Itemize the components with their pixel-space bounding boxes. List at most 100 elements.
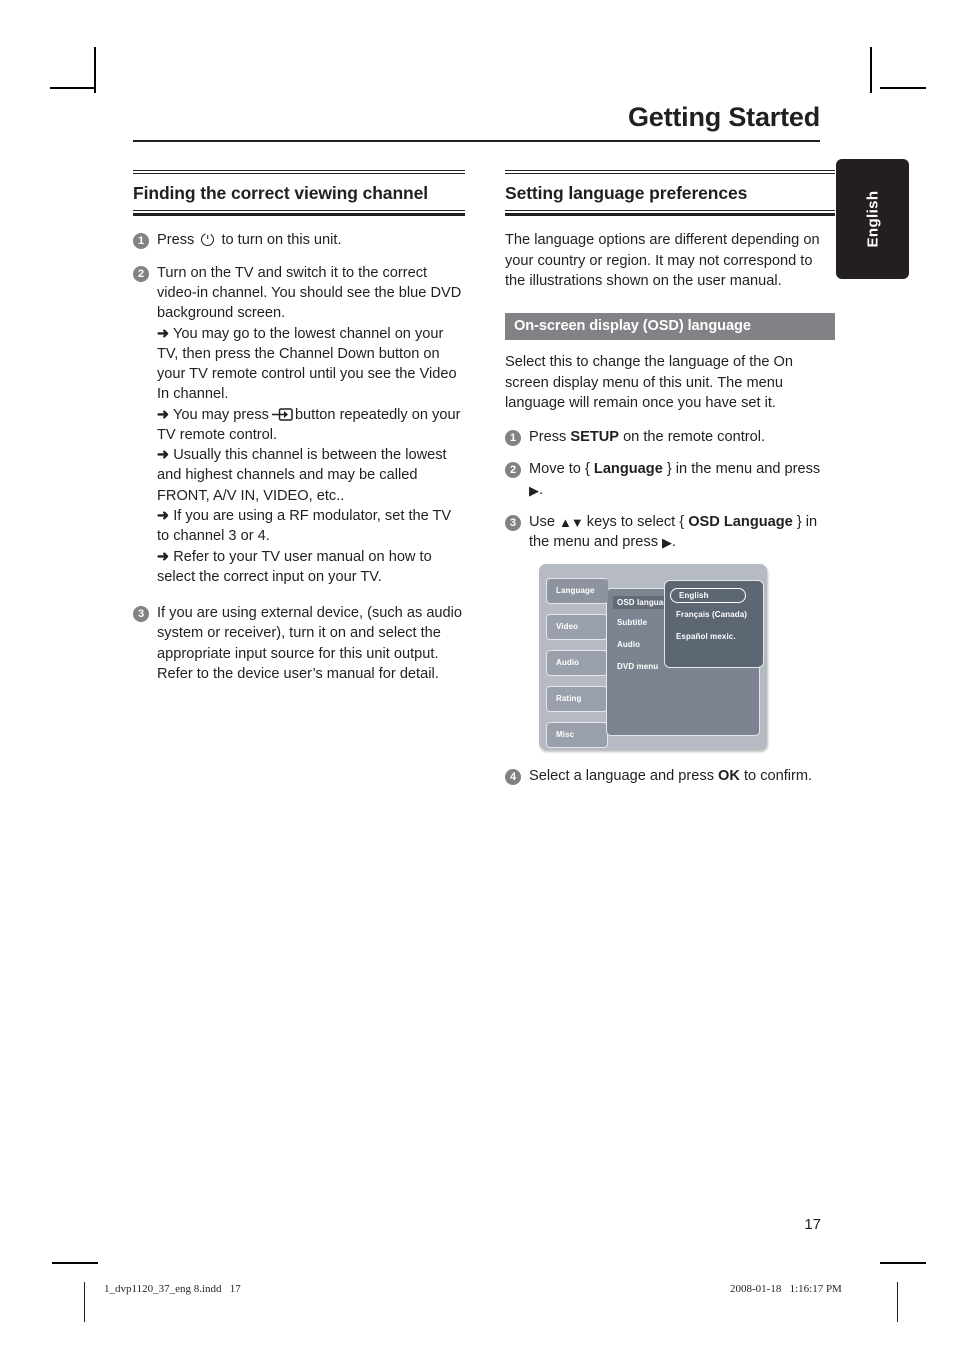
step-text: Select a language and press — [529, 768, 719, 785]
osd-tab-label: Audio — [556, 658, 580, 668]
heading-rule-bottom-thick — [505, 213, 835, 217]
language-intro-paragraph: The language options are different depen… — [505, 232, 820, 289]
osd-language-banner: On-screen display (OSD) language — [505, 313, 835, 341]
crop-mark-bottom-left-horizontal — [52, 1262, 98, 1264]
step-text-after: to turn on this unit. — [221, 232, 342, 249]
step-number: 2 — [133, 265, 149, 282]
step-bullet: ➜ You may go to the lowest channel on yo… — [157, 324, 465, 405]
osd-item-audio[interactable]: Audio — [617, 640, 640, 649]
heading-text: Setting language preferences — [505, 183, 748, 203]
arrow-right-icon: ➜ — [156, 447, 170, 464]
osd-language-espanol[interactable]: Español mexic. — [676, 632, 736, 641]
arrow-right-icon: ➜ — [156, 406, 170, 423]
crop-mark-top-right-vertical — [870, 47, 872, 93]
step-text-mid: keys to select { — [582, 513, 689, 530]
step-text-tail: . — [672, 534, 677, 551]
footer-rule-left — [84, 1282, 85, 1322]
osd-item-label: Audio — [617, 640, 641, 650]
step-text-before: Press — [157, 232, 195, 249]
tv-input-icon — [271, 407, 293, 421]
setup-keyword: SETUP — [570, 429, 620, 446]
step-number: 3 — [133, 606, 149, 623]
osd-item-label: Subtitle — [617, 618, 648, 628]
step-bullet: ➜ Refer to your TV user manual on how to… — [157, 547, 465, 588]
osd-tab-label: Video — [556, 622, 579, 632]
page-title: Getting Started — [627, 102, 820, 132]
step-number: 4 — [505, 769, 521, 786]
heading-text: Finding the correct viewing channel — [133, 183, 429, 203]
step-item: 4 Select a language and press OK to conf… — [505, 766, 835, 786]
step-text: Move to { — [529, 461, 594, 478]
osd-language-francais[interactable]: Français (Canada) — [676, 610, 747, 619]
osd-tab-video[interactable]: Video — [546, 614, 608, 641]
osd-language-label: English — [679, 591, 709, 601]
step-text: Use — [529, 513, 560, 530]
step-text-tail: . — [539, 481, 544, 498]
arrow-right-icon: ➜ — [156, 508, 170, 525]
step-bullet: ➜ You may press button repeatedly on your… — [157, 405, 465, 446]
left-column: Finding the correct viewing channel 1 Pr… — [133, 170, 465, 696]
crop-mark-top-left-horizontal — [50, 87, 96, 89]
step-bullet: ➜ If you are using a RF modulator, set t… — [157, 506, 465, 547]
osd-menu-inner: Language Video Audio Rating Misc OSD lan… — [546, 570, 764, 749]
language-keyword: Language — [593, 461, 663, 478]
ok-keyword: OK — [718, 768, 740, 785]
step-item: 1 Press SETUP on the remote control. — [505, 427, 835, 447]
power-icon — [201, 233, 215, 247]
osd-tab-label: Language — [556, 586, 595, 596]
step-item: 2 Move to { Language } in the menu and p… — [505, 459, 835, 500]
crop-mark-top-right-horizontal — [880, 87, 926, 89]
osd-item-subtitle[interactable]: Subtitle — [617, 618, 647, 627]
language-side-tab: English — [836, 159, 909, 279]
step-text-mid: } in the menu and press — [662, 461, 821, 478]
step-number: 2 — [505, 462, 521, 479]
osd-item-label: DVD menu — [617, 662, 659, 672]
step-number: 1 — [133, 233, 149, 250]
language-side-tab-label: English — [864, 190, 881, 248]
footer-rule-right — [897, 1282, 898, 1322]
step-text: If you are using external device, (such … — [157, 605, 463, 683]
osd-tab-language[interactable]: Language — [546, 578, 608, 605]
header-divider — [133, 140, 820, 142]
step-bullet: ➜ Usually this channel is between the lo… — [157, 445, 465, 506]
osd-item-dvd-menu[interactable]: DVD menu — [617, 662, 658, 671]
step-text-tail: to confirm. — [739, 768, 813, 785]
footer-file-name: 1_dvp1120_37_eng 8.indd 17 — [104, 1283, 241, 1295]
osd-tab-misc[interactable]: Misc — [546, 722, 608, 749]
step-text-tail: on the remote control. — [619, 429, 766, 446]
osd-language-label: Français (Canada) — [676, 610, 748, 620]
osd-tab-label: Rating — [556, 694, 582, 704]
step-item: 2 Turn on the TV and switch it to the co… — [133, 263, 465, 588]
right-column: Setting language preferences The languag… — [505, 170, 835, 799]
step-item: 3 Use ▲▼ keys to select { OSD Language }… — [505, 512, 835, 553]
osd-tab-rating[interactable]: Rating — [546, 686, 608, 713]
step-number: 3 — [505, 514, 521, 531]
section-heading-language-preferences: Setting language preferences — [505, 170, 835, 217]
osd-tab-audio[interactable]: Audio — [546, 650, 608, 677]
step-bullet-text: If you are using a RF modulator, set the… — [157, 508, 452, 545]
section-heading-finding-channel: Finding the correct viewing channel — [133, 170, 465, 217]
page-header: Getting Started — [133, 104, 820, 142]
crop-mark-bottom-right-horizontal — [880, 1262, 926, 1264]
step-number: 1 — [505, 430, 521, 447]
arrow-right-icon: ➜ — [156, 325, 170, 342]
osd-tab-label: Misc — [556, 730, 575, 740]
step-bullet-text: You may go to the lowest channel on your… — [157, 325, 457, 403]
arrow-right-key-icon: ▶ — [529, 482, 539, 498]
step-bullet-text-before: You may press — [172, 406, 269, 423]
arrow-right-icon: ➜ — [156, 548, 170, 565]
heading-rule-bottom-thick — [133, 213, 465, 217]
osd-menu-screenshot: Language Video Audio Rating Misc OSD lan… — [539, 564, 767, 751]
osd-language-submenu: English Français (Canada) Español mexic. — [664, 580, 764, 669]
arrow-up-down-keys-icon: ▲▼ — [559, 514, 584, 530]
step-text: Press — [529, 429, 571, 446]
step-item: 3 If you are using external device, (suc… — [133, 603, 465, 684]
step-text: Turn on the TV and switch it to the corr… — [157, 264, 462, 322]
page-number: 17 — [804, 1216, 821, 1233]
osd-language-keyword: OSD Language — [688, 513, 793, 530]
step-item: 1 Press to turn on this unit. — [133, 230, 465, 250]
osd-language-english[interactable]: English — [670, 588, 746, 604]
footer-timestamp: 2008-01-18 1:16:17 PM — [730, 1283, 842, 1295]
step-bullet-text: Usually this channel is between the lowe… — [157, 447, 447, 504]
osd-description-paragraph: Select this to change the language of th… — [505, 354, 794, 411]
